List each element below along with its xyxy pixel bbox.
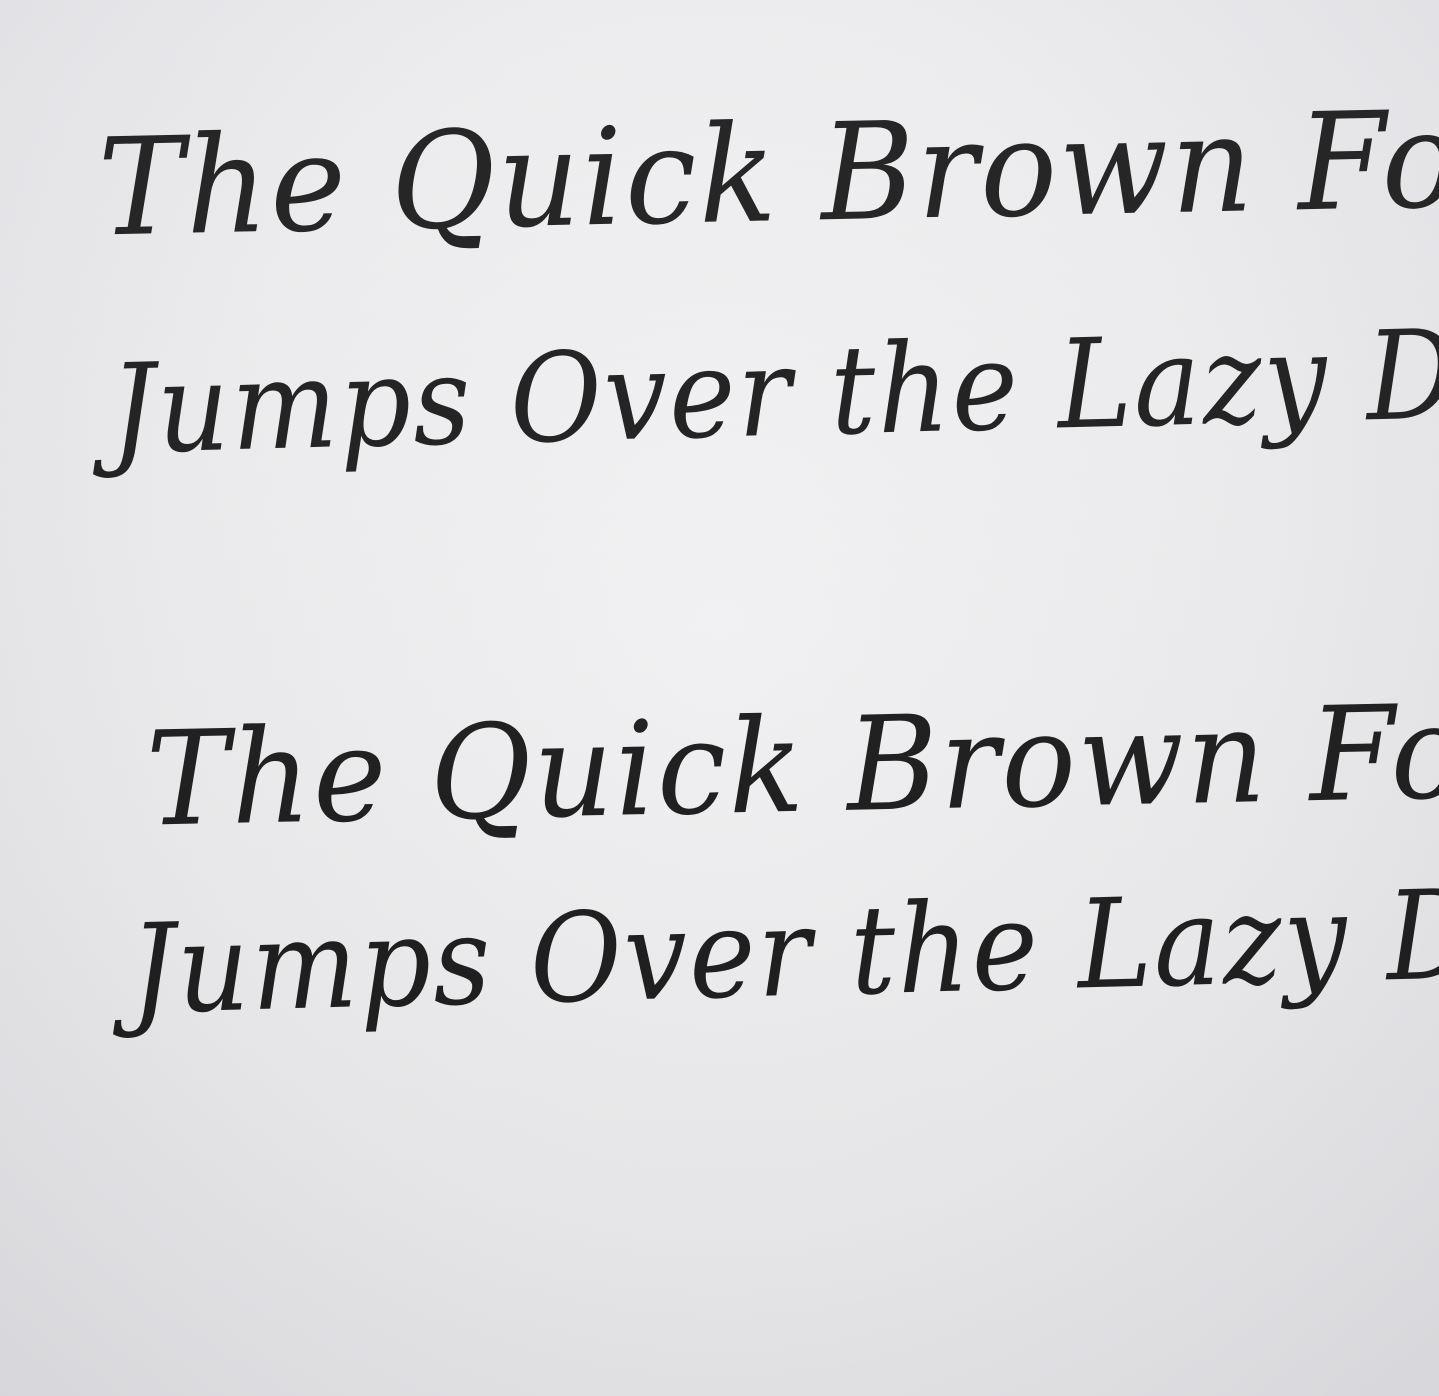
sample-2-line-2: Jumps Over the Lazy Dog [128,860,1439,1042]
sample-1-line-1: The Quick Brown Fox [96,80,1439,267]
sample-2-line-1: The Quick Brown Fox [144,675,1439,856]
paper-sheet: The Quick Brown Fox Jumps Over the Lazy … [0,0,1439,1396]
sample-1-line-2: Jumps Over the Lazy Dog [108,300,1439,482]
